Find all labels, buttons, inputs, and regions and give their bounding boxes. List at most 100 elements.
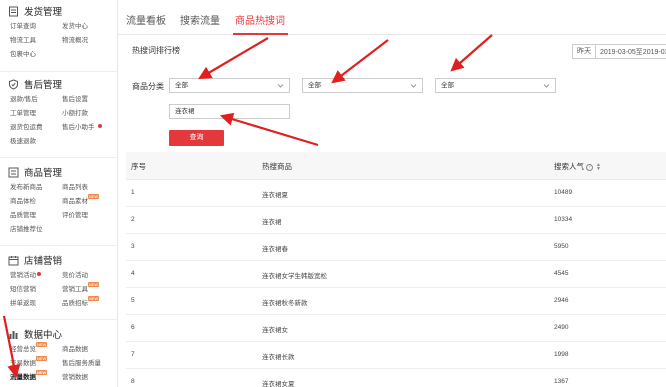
sidebar-item-label: 售后小助手 bbox=[62, 124, 95, 131]
sidebar-section-header[interactable]: 数据中心 bbox=[0, 325, 118, 343]
table-row: 2 连衣裙 10334 bbox=[126, 207, 666, 234]
tab-traffic-board[interactable]: 流量看板 bbox=[126, 12, 166, 27]
sidebar-section-product: 商品管理 发布新商品 商品列表 商品体检 商品素材 NEW 品质管理 评价管理 店… bbox=[0, 158, 118, 246]
sidebar-item-label: 经营总览 bbox=[10, 346, 36, 353]
sidebar-item-label: 营销工具 bbox=[62, 286, 88, 293]
sidebar-item-order-query[interactable]: 订单查询 bbox=[10, 20, 62, 34]
date-preset[interactable]: 昨天 bbox=[573, 45, 596, 58]
category-select-level2[interactable]: 全部 bbox=[302, 78, 423, 93]
category-select-level3[interactable]: 全部 bbox=[435, 78, 556, 93]
sidebar-section-aftersale: 售后管理 退款/售后 售后设置 工单管理 小额打款 退货包运费 售后小助手 极速… bbox=[0, 72, 118, 158]
sidebar-item-reviews[interactable]: 评价管理 bbox=[62, 209, 114, 223]
cell-keyword: 连衣裙春 bbox=[262, 246, 288, 253]
table-row: 8 连衣裙女夏 1367 bbox=[126, 369, 666, 387]
sidebar-section-title: 店铺营销 bbox=[24, 256, 63, 267]
column-header-label: 搜索人气 bbox=[554, 162, 584, 171]
table-row: 6 连衣裙女 2490 bbox=[126, 315, 666, 342]
notification-dot bbox=[37, 272, 41, 276]
cell-index: 6 bbox=[131, 324, 135, 331]
select-value: 全部 bbox=[441, 82, 454, 89]
new-badge: NEW bbox=[88, 296, 100, 301]
table-row: 5 连衣裙秋冬新款 2946 bbox=[126, 288, 666, 315]
cell-keyword: 连衣裙 bbox=[262, 219, 282, 226]
sidebar-item-shipping-center[interactable]: 发货中心 bbox=[62, 20, 114, 34]
date-range-value: 2019-03-05至2019-03-05 bbox=[600, 48, 666, 56]
help-icon[interactable]: ? bbox=[586, 163, 593, 171]
new-badge: NEW bbox=[88, 194, 100, 199]
sidebar-item-aftersale-settings[interactable]: 售后设置 bbox=[62, 93, 114, 107]
cell-index: 4 bbox=[131, 270, 135, 277]
sidebar-item-sms-marketing[interactable]: 短信营销 bbox=[10, 283, 62, 297]
new-badge: NEW bbox=[36, 342, 48, 347]
new-badge: NEW bbox=[36, 370, 48, 375]
keyword-input[interactable]: 连衣裙 bbox=[169, 104, 290, 119]
sidebar-item-bidding[interactable]: 竞价活动 bbox=[62, 269, 114, 283]
sidebar-item-trade-data[interactable]: 交易数据 NEW bbox=[10, 356, 62, 371]
sidebar-item-quality[interactable]: 品质管理 bbox=[10, 209, 62, 223]
category-select-level1[interactable]: 全部 bbox=[169, 78, 290, 93]
column-header-popularity[interactable]: 搜索人气? ▲ ▼ bbox=[554, 161, 601, 172]
cell-index: 7 bbox=[131, 351, 135, 358]
sidebar-item-business-overview[interactable]: 经营总览 NEW bbox=[10, 342, 62, 357]
sidebar-section-title: 发货管理 bbox=[24, 7, 63, 18]
main-content: 流量看板 搜索流量 商品热搜词 热搜词排行榜 昨天 2019-03-05至201… bbox=[118, 0, 666, 387]
sidebar-section-header[interactable]: 售后管理 bbox=[0, 75, 118, 93]
sidebar-item-marketing-tools[interactable]: 营销工具 NEW bbox=[62, 282, 114, 297]
sidebar-item-aftersale-helper[interactable]: 售后小助手 bbox=[62, 121, 114, 135]
cell-keyword: 连衣裙秋冬新款 bbox=[262, 300, 308, 307]
sidebar-item-store-recommend[interactable]: 店铺推荐位 bbox=[10, 223, 114, 237]
sidebar-item-product-list[interactable]: 商品列表 bbox=[62, 181, 114, 195]
sidebar-section-header[interactable]: 商品管理 bbox=[0, 163, 118, 181]
table-row: 3 连衣裙春 5950 bbox=[126, 234, 666, 261]
sidebar-item-marketing-events[interactable]: 营销活动 bbox=[10, 269, 62, 283]
sidebar-item-label: 品质招标 bbox=[62, 300, 88, 307]
table-row: 7 连衣裙长款 1998 bbox=[126, 342, 666, 369]
sidebar-item-label: 营销活动 bbox=[10, 272, 36, 279]
sidebar-item-publish-product[interactable]: 发布新商品 bbox=[10, 181, 62, 195]
cell-popularity: 10334 bbox=[554, 216, 573, 223]
sort-icon[interactable]: ▲ ▼ bbox=[596, 163, 601, 172]
sidebar-item-logistics-overview[interactable]: 物流概况 bbox=[62, 34, 114, 48]
sidebar-section-title: 商品管理 bbox=[24, 168, 63, 179]
shield-check-icon bbox=[8, 78, 19, 90]
rank-title: 热搜词排行榜 bbox=[132, 46, 180, 55]
sidebar-item-marketing-data[interactable]: 营销数据 bbox=[62, 371, 114, 385]
sidebar-item-product-data[interactable]: 商品数据 bbox=[62, 343, 114, 357]
sidebar-item-label: 流量数据 bbox=[10, 374, 36, 381]
select-value: 全部 bbox=[175, 82, 188, 89]
tab-search-traffic[interactable]: 搜索流量 bbox=[180, 12, 220, 27]
sidebar-item-product-check[interactable]: 商品体检 bbox=[10, 195, 62, 209]
sidebar-item-refund[interactable]: 退款/售后 bbox=[10, 93, 62, 107]
query-button[interactable]: 查询 bbox=[169, 130, 224, 146]
cell-keyword: 连衣裙夏 bbox=[262, 192, 288, 199]
sidebar-item-cashback[interactable]: 拼单返现 bbox=[10, 297, 62, 311]
select-value: 全部 bbox=[308, 82, 321, 89]
sidebar-section-header[interactable]: 发货管理 bbox=[0, 2, 118, 20]
chevron-down-icon bbox=[543, 84, 550, 88]
sidebar-item-return-shipping[interactable]: 退货包运费 bbox=[10, 121, 62, 135]
sidebar-section-data: 数据中心 经营总览 NEW 商品数据 交易数据 NEW 售后服务质量 流量数据 NEW… bbox=[0, 320, 118, 387]
table-row: 4 连衣裙女学生韩版宽松 4545 bbox=[126, 261, 666, 288]
sidebar-item-fast-refund[interactable]: 极速退款 bbox=[10, 135, 114, 149]
sidebar-section-header[interactable]: 店铺营销 bbox=[0, 251, 118, 269]
sidebar-item-product-material[interactable]: 商品素材 NEW bbox=[62, 194, 114, 209]
cell-index: 3 bbox=[131, 243, 135, 250]
sidebar-item-parcel-center[interactable]: 包裹中心 bbox=[10, 48, 114, 62]
sidebar-section-title: 数据中心 bbox=[24, 330, 63, 341]
hot-keyword-table: 序号 热搜商品 搜索人气? ▲ ▼ 1 连衣裙夏 10489 2 连衣裙 10334 3 连衣裙春… bbox=[126, 152, 666, 387]
bar-chart-icon bbox=[8, 329, 19, 340]
sidebar-item-logistics-tools[interactable]: 物流工具 bbox=[10, 34, 62, 48]
column-header-keyword: 热搜商品 bbox=[262, 162, 292, 171]
chevron-down-icon bbox=[410, 84, 417, 88]
sidebar-item-small-payment[interactable]: 小额打款 bbox=[62, 107, 114, 121]
tab-hot-keywords[interactable]: 商品热搜词 bbox=[235, 12, 285, 27]
new-badge: NEW bbox=[88, 282, 100, 287]
date-range-picker[interactable]: 昨天 2019-03-05至2019-03-05 bbox=[572, 44, 666, 59]
sidebar-item-traffic-data[interactable]: 流量数据 NEW bbox=[10, 370, 62, 385]
cell-keyword: 连衣裙女学生韩版宽松 bbox=[262, 273, 327, 280]
cell-index: 8 bbox=[131, 378, 135, 385]
cell-keyword: 连衣裙女 bbox=[262, 327, 288, 334]
sidebar-item-service-quality[interactable]: 售后服务质量 bbox=[62, 357, 114, 371]
sidebar-item-quality-bid[interactable]: 品质招标 NEW bbox=[62, 296, 114, 311]
sidebar-item-ticket[interactable]: 工单管理 bbox=[10, 107, 62, 121]
